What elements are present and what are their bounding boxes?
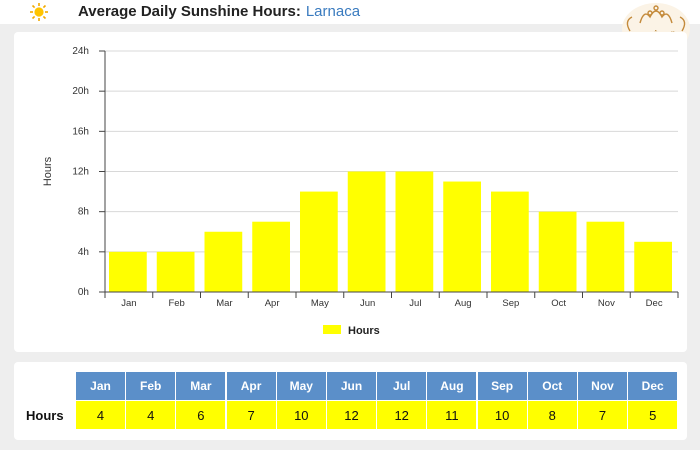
- x-tick-label: Apr: [265, 298, 280, 309]
- x-tick-label: Feb: [168, 298, 184, 309]
- y-tick-label: 24h: [72, 46, 89, 57]
- page-title: Average Daily Sunshine Hours: Larnaca: [78, 3, 360, 20]
- x-tick-label: Jun: [360, 298, 375, 309]
- y-tick-label: 20h: [72, 86, 89, 97]
- legend-swatch: [323, 325, 341, 334]
- table-value-cell: 10: [477, 401, 527, 429]
- table-header-cell: Jul: [377, 372, 427, 400]
- x-tick-label: Sep: [502, 298, 519, 309]
- bar-jul: [395, 171, 434, 292]
- bar-dec: [634, 241, 672, 292]
- bar-sep: [491, 191, 529, 292]
- table-value-cell: 6: [176, 401, 226, 429]
- table-row-label: Hours: [26, 408, 64, 423]
- legend-label: Hours: [348, 325, 380, 337]
- table-value-cell: 4: [76, 401, 125, 429]
- sun-icon: [30, 3, 48, 21]
- y-tick-label: 0h: [78, 287, 89, 298]
- table-value-cell: 12: [377, 401, 427, 429]
- table-value-cell: 11: [427, 401, 477, 429]
- table-value-cell: 10: [276, 401, 326, 429]
- table-header-cell: Mar: [176, 372, 226, 400]
- title-text: Average Daily Sunshine Hours:: [78, 3, 301, 20]
- bar-jan: [109, 251, 147, 292]
- city-name: Larnaca: [305, 3, 361, 20]
- y-tick-label: 16h: [72, 126, 89, 137]
- bar-chart: 0h 4h 8h 12h 16h 20h 24h Hours Jan Feb Mar Apr May Ju…: [42, 46, 679, 337]
- data-table: Hours Jan 4 Feb 4 Mar 6 Apr 7 May 10 Jun 12 Jul 12 Aug…: [14, 362, 687, 440]
- bar-feb: [156, 251, 195, 292]
- table-header-cell: Nov: [578, 372, 627, 400]
- bar-nov: [586, 221, 625, 292]
- bar-oct: [538, 211, 577, 292]
- table-header-cell: Jan: [76, 372, 125, 400]
- x-tick-label: Jan: [121, 298, 136, 309]
- table-header-cell: Aug: [427, 372, 477, 400]
- bar-jun: [347, 171, 386, 292]
- table-header-cell: Oct: [527, 372, 577, 400]
- table-value-cell: 7: [226, 401, 276, 429]
- table-value-cell: 8: [527, 401, 577, 429]
- bar-mar: [204, 231, 243, 292]
- chart-panel: 0h 4h 8h 12h 16h 20h 24h Hours Jan Feb Mar Apr May Ju…: [14, 32, 687, 352]
- bar-may: [300, 191, 338, 292]
- y-tick-label: 12h: [72, 167, 89, 178]
- table-value-cell: 5: [628, 401, 678, 429]
- bar-apr: [252, 221, 290, 292]
- table-header-cell: Apr: [226, 372, 276, 400]
- y-tick-label: 8h: [78, 207, 89, 218]
- table-value-cell: 4: [126, 401, 176, 429]
- header-bar: Average Daily Sunshine Hours: Larnaca: [0, 0, 700, 24]
- table-header-cell: Feb: [126, 372, 176, 400]
- table-value-cell: 12: [327, 401, 376, 429]
- table-value-cell: 7: [578, 401, 627, 429]
- y-axis-title: Hours: [42, 156, 54, 186]
- table-header-cell: Sep: [477, 372, 527, 400]
- x-tick-label: Nov: [598, 298, 615, 309]
- x-tick-label: Mar: [216, 298, 232, 309]
- bar-aug: [443, 181, 481, 292]
- x-tick-label: Dec: [646, 298, 663, 309]
- y-tick-label: 4h: [78, 247, 89, 258]
- table-header-cell: May: [276, 372, 326, 400]
- x-tick-label: May: [311, 298, 329, 309]
- x-tick-label: Jul: [409, 298, 421, 309]
- table-header-cell: Jun: [327, 372, 376, 400]
- x-tick-label: Aug: [455, 298, 472, 309]
- x-tick-label: Oct: [551, 298, 566, 309]
- table-header-cell: Dec: [628, 372, 678, 400]
